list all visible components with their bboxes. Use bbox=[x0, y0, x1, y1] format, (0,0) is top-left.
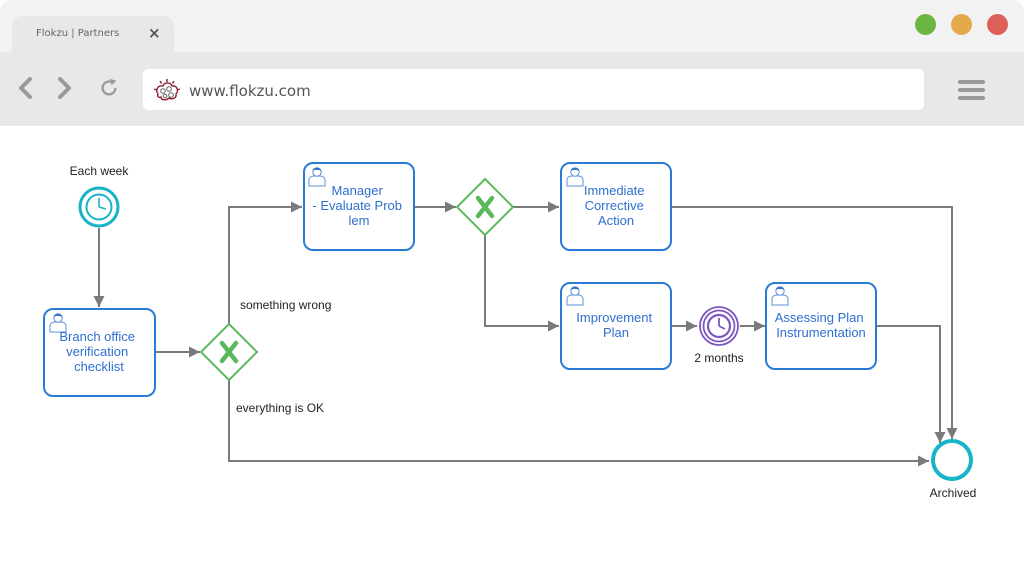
flow-gateway-to-improvement bbox=[484, 235, 559, 332]
intermediate-timer-event[interactable] bbox=[699, 306, 739, 346]
exclusive-gateway-2[interactable] bbox=[455, 177, 515, 237]
url-text[interactable]: www.flokzu.com bbox=[189, 82, 311, 100]
back-icon[interactable] bbox=[15, 76, 37, 100]
task-manager-evaluate-problem[interactable]: Manager - Evaluate Prob lem bbox=[303, 162, 415, 251]
bpmn-diagram: Each week Branch office verification che… bbox=[43, 162, 977, 500]
maximize-window-button[interactable] bbox=[915, 14, 936, 35]
task-branch-office-verification[interactable]: Branch office verification checklist bbox=[43, 308, 156, 397]
flow-label-something-wrong: something wrong bbox=[240, 298, 331, 312]
task-immediate-corrective-action[interactable]: Immediate Corrective Action bbox=[560, 162, 672, 251]
exclusive-gateway-1[interactable] bbox=[199, 322, 259, 382]
start-timer-event[interactable] bbox=[78, 186, 120, 228]
reload-icon[interactable] bbox=[98, 76, 120, 100]
flokzu-logo-icon bbox=[153, 79, 181, 101]
flow-label-everything-ok: everything is OK bbox=[236, 401, 324, 415]
timer-event-label: 2 months bbox=[694, 351, 743, 365]
task-assessing-plan-instrumentation[interactable]: Assessing Plan Instrumentation bbox=[765, 282, 877, 370]
close-window-button[interactable] bbox=[987, 14, 1008, 35]
task-improvement-plan[interactable]: Improvement Plan bbox=[560, 282, 672, 370]
flow-everything-ok bbox=[228, 380, 929, 467]
forward-icon[interactable] bbox=[53, 76, 75, 100]
svg-text:Assessing Plan Instrumen: Assessing Plan Instrumentation bbox=[775, 310, 868, 340]
minimize-window-button[interactable] bbox=[951, 14, 972, 35]
start-event-label: Each week bbox=[70, 164, 130, 178]
flow-assessing-to-end bbox=[876, 325, 946, 443]
end-event[interactable] bbox=[931, 439, 973, 481]
tab-close-icon[interactable]: × bbox=[148, 24, 161, 42]
end-event-label: Archived bbox=[930, 486, 977, 500]
hamburger-menu-icon[interactable] bbox=[958, 80, 985, 102]
tab-title: Flokzu | Partners bbox=[36, 28, 120, 39]
